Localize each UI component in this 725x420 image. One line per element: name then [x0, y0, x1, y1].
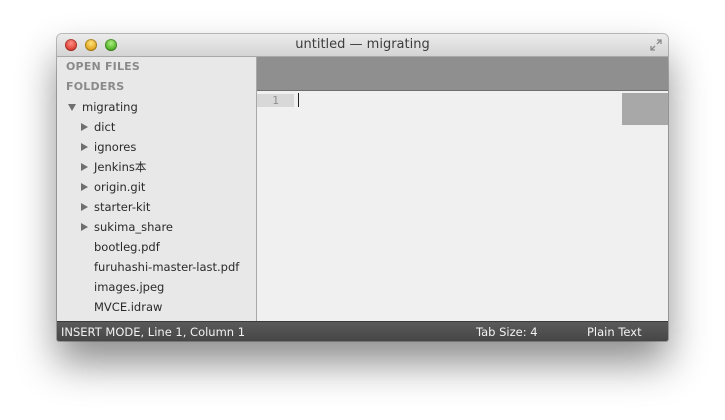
folder-label: Jenkins本	[94, 160, 147, 174]
title-bar[interactable]: untitled — migrating	[57, 34, 668, 57]
syntax-status[interactable]: Plain Text	[587, 322, 642, 341]
folder-label: ignores	[94, 140, 137, 154]
folder-label: origin.git	[94, 180, 146, 194]
fullscreen-icon[interactable]	[649, 38, 663, 52]
text-cursor	[298, 93, 299, 107]
disclosure-right-icon[interactable]	[81, 183, 88, 191]
folder-item[interactable]: sukima_share	[57, 217, 256, 237]
open-files-header: OPEN FILES	[66, 60, 141, 73]
folders-header: FOLDERS	[66, 80, 125, 93]
editor-pane[interactable]: 1	[257, 57, 668, 321]
disclosure-right-icon[interactable]	[81, 223, 88, 231]
folder-label: dict	[94, 120, 116, 134]
cursor-position-status: INSERT MODE, Line 1, Column 1	[61, 325, 246, 339]
disclosure-right-icon[interactable]	[81, 123, 88, 131]
disclosure-right-icon[interactable]	[81, 143, 88, 151]
folder-label: starter-kit	[94, 200, 151, 214]
line-number: 1	[257, 94, 294, 107]
disclosure-right-icon[interactable]	[81, 163, 88, 171]
tab-size-status[interactable]: Tab Size: 4	[476, 322, 538, 341]
minimap[interactable]	[622, 93, 668, 125]
tab-bar[interactable]	[257, 57, 668, 91]
window-title: untitled — migrating	[295, 37, 430, 52]
folder-label: migrating	[82, 100, 138, 114]
file-item[interactable]: images.jpeg	[94, 277, 164, 297]
sidebar: OPEN FILES FOLDERS migrating dict ignore…	[57, 57, 257, 321]
app-window: untitled — migrating OPEN FILES FOLDERS …	[57, 34, 668, 341]
file-item[interactable]: MVCE.idraw	[94, 297, 162, 317]
folder-item[interactable]: dict	[57, 117, 256, 137]
disclosure-right-icon[interactable]	[81, 203, 88, 211]
folder-item[interactable]: Jenkins本	[57, 157, 256, 177]
status-bar: INSERT MODE, Line 1, Column 1 Tab Size: …	[57, 321, 668, 341]
folder-item[interactable]: origin.git	[57, 177, 256, 197]
file-item[interactable]: bootleg.pdf	[94, 237, 160, 257]
file-item[interactable]: furuhashi-master-last.pdf	[94, 257, 239, 277]
disclosure-down-icon[interactable]	[68, 104, 76, 111]
folder-item[interactable]: ignores	[57, 137, 256, 157]
folder-item[interactable]: starter-kit	[57, 197, 256, 217]
folder-label: sukima_share	[94, 220, 174, 234]
folder-item-root[interactable]: migrating	[57, 97, 256, 117]
